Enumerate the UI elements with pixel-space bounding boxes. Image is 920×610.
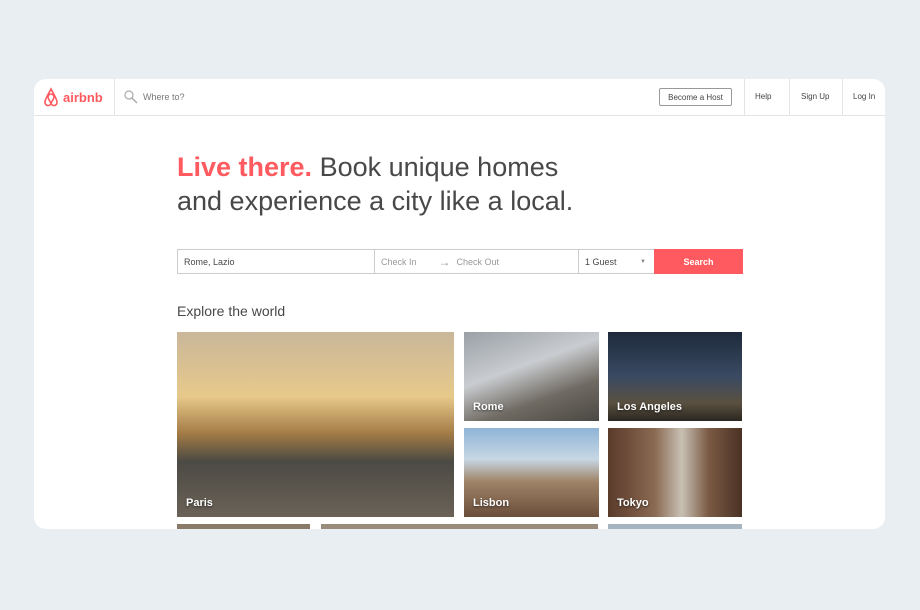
top-nav: airbnb Where to? Become a Host Help Sign… <box>34 79 885 116</box>
guests-select[interactable]: 1 Guest ▼ <box>578 249 654 274</box>
city-label: Los Angeles <box>617 401 682 413</box>
headline-rest: Book unique homes <box>312 152 559 182</box>
divider <box>744 79 745 116</box>
explore-title: Explore the world <box>177 303 286 319</box>
search-icon <box>124 90 138 104</box>
date-range[interactable]: Check In → Check Out <box>374 249 578 274</box>
city-tile-rome[interactable]: Rome <box>464 332 599 421</box>
check-in-field[interactable]: Check In <box>381 257 417 267</box>
where-input-placeholder: Where to? <box>143 92 185 102</box>
search-bar: Rome, Lazio Check In → Check Out 1 Guest… <box>177 249 743 274</box>
headline-highlight: Live there. <box>177 152 313 182</box>
help-link[interactable]: Help <box>755 92 771 101</box>
city-tile-tokyo[interactable]: Tokyo <box>608 428 742 517</box>
divider <box>114 79 115 116</box>
brand-name: airbnb <box>63 89 103 105</box>
search-button[interactable]: Search <box>654 249 743 274</box>
location-input[interactable]: Rome, Lazio <box>177 249 374 274</box>
city-tile-paris[interactable]: Paris <box>177 332 454 517</box>
become-host-button[interactable]: Become a Host <box>659 88 732 106</box>
chevron-down-icon: ▼ <box>640 258 646 265</box>
divider <box>789 79 790 116</box>
city-label: Rome <box>473 401 504 413</box>
where-search[interactable]: Where to? <box>124 90 185 104</box>
check-out-field[interactable]: Check Out <box>457 257 500 267</box>
city-tile-more[interactable] <box>321 524 598 529</box>
logo[interactable]: airbnb <box>42 87 103 107</box>
log-in-link[interactable]: Log In <box>853 92 875 101</box>
guests-value: 1 Guest <box>585 256 617 267</box>
city-tile-more[interactable] <box>177 524 310 529</box>
airbnb-logo-icon <box>44 87 58 107</box>
city-label: Lisbon <box>473 497 510 509</box>
city-tile-los-angeles[interactable]: Los Angeles <box>608 332 742 421</box>
headline-line2: and experience a city like a local. <box>177 186 574 216</box>
city-tile-lisbon[interactable]: Lisbon <box>464 428 599 517</box>
city-label: Paris <box>186 497 213 509</box>
hero-headline: Live there. Book unique homes and experi… <box>177 150 573 218</box>
browser-window: airbnb Where to? Become a Host Help Sign… <box>34 79 885 529</box>
divider <box>842 79 843 116</box>
arrow-right-icon: → <box>438 254 451 269</box>
sign-up-link[interactable]: Sign Up <box>801 92 829 101</box>
city-label: Tokyo <box>617 497 649 509</box>
city-tile-more[interactable] <box>608 524 742 529</box>
